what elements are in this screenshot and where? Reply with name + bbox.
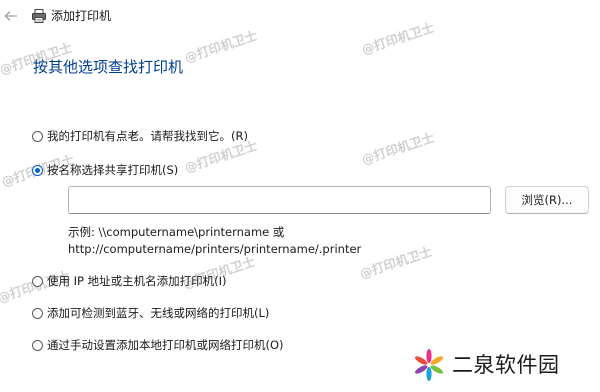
- window-title: 添加打印机: [51, 9, 112, 23]
- radio-option-ip-hostname[interactable]: 使用 IP 地址或主机名添加打印机(I): [32, 272, 227, 290]
- printer-name-input[interactable]: [68, 186, 491, 214]
- radio-button-selected[interactable]: [32, 164, 43, 176]
- browse-button[interactable]: 浏览(R)...: [505, 186, 589, 214]
- pinwheel-logo-icon: [415, 349, 443, 381]
- radio-button[interactable]: [32, 130, 43, 142]
- radio-label: 按名称选择共享打印机(S): [47, 163, 179, 177]
- watermark: @打印机卫士: [359, 129, 436, 168]
- radio-button[interactable]: [32, 307, 43, 319]
- radio-option-bluetooth-wireless-network[interactable]: 添加可检测到蓝牙、无线或网络的打印机(L): [32, 304, 269, 322]
- printer-icon: [32, 9, 46, 23]
- radio-option-manual-local-network[interactable]: 通过手动设置添加本地打印机或网络打印机(O): [32, 336, 284, 354]
- example-line-1: 示例: \\computername\printername 或: [68, 225, 285, 239]
- radio-button[interactable]: [32, 339, 43, 351]
- back-button[interactable]: [2, 7, 20, 25]
- add-printer-window: @打印机卫士 @打印机卫士 @打印机卫士 @打印机卫士 @打印机卫士 @打印机卫…: [0, 0, 600, 392]
- title-bar: 添加打印机: [0, 0, 600, 32]
- example-text: 示例: \\computername\printername 或 http://…: [68, 224, 361, 258]
- radio-label: 我的打印机有点老。请帮我找到它。(R): [47, 129, 248, 143]
- logo-text: 二泉软件园: [452, 353, 560, 377]
- radio-option-shared-printer-by-name[interactable]: 按名称选择共享打印机(S): [32, 161, 178, 179]
- page-heading: 按其他选项查找打印机: [33, 58, 184, 76]
- radio-label: 通过手动设置添加本地打印机或网络打印机(O): [47, 338, 284, 352]
- radio-option-older-printer[interactable]: 我的打印机有点老。请帮我找到它。(R): [32, 127, 248, 145]
- radio-button[interactable]: [32, 275, 43, 287]
- watermark: @打印机卫士: [357, 243, 434, 282]
- radio-label: 使用 IP 地址或主机名添加打印机(I): [47, 274, 227, 288]
- site-logo: 二泉软件园: [412, 348, 560, 382]
- back-arrow-icon: [4, 11, 17, 21]
- radio-label: 添加可检测到蓝牙、无线或网络的打印机(L): [47, 306, 270, 320]
- example-line-2: http://computername/printers/printername…: [68, 242, 362, 256]
